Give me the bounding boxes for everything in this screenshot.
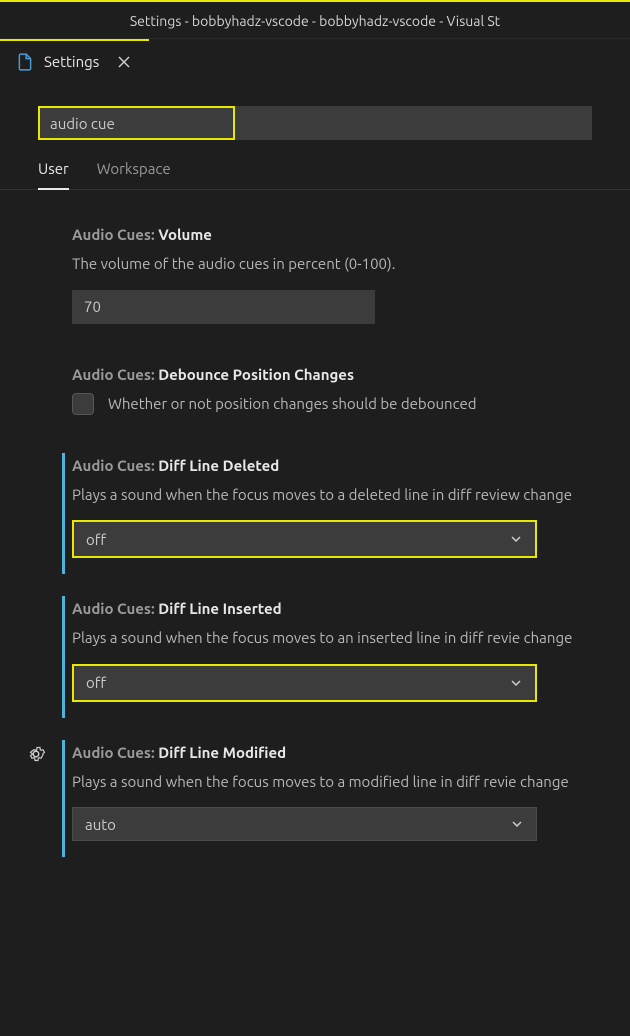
scope-tab-user[interactable]: User xyxy=(38,160,69,189)
select-value: auto xyxy=(85,816,116,833)
search-bar-extension xyxy=(235,106,592,140)
select-value: off xyxy=(86,674,106,691)
select-value: off xyxy=(86,531,106,548)
setting-title: Audio Cues: Diff Line Inserted xyxy=(72,600,630,617)
checkbox-label: Whether or not position changes should b… xyxy=(108,395,477,412)
scope-tabs: User Workspace xyxy=(0,160,630,190)
setting-title: Audio Cues: Volume xyxy=(72,226,630,243)
file-icon xyxy=(16,53,34,71)
tab-settings[interactable]: Settings xyxy=(0,39,149,82)
setting-title: Audio Cues: Diff Line Deleted xyxy=(72,457,630,474)
setting-diff-modified: Audio Cues: Diff Line Modified Plays a s… xyxy=(0,744,630,842)
modified-indicator xyxy=(62,453,65,575)
gear-icon[interactable] xyxy=(26,744,46,767)
scope-tab-workspace[interactable]: Workspace xyxy=(97,160,171,189)
setting-description: Plays a sound when the focus moves to an… xyxy=(72,627,630,650)
diff-inserted-select[interactable]: off xyxy=(72,664,537,702)
window-title: Settings - bobbyhadz-vscode - bobbyhadz-… xyxy=(130,13,500,29)
search-input[interactable] xyxy=(38,106,235,140)
volume-input[interactable] xyxy=(72,290,375,324)
settings-list: Audio Cues: Volume The volume of the aud… xyxy=(0,190,630,841)
diff-deleted-select[interactable]: off xyxy=(72,520,537,558)
title-bar: Settings - bobbyhadz-vscode - bobbyhadz-… xyxy=(0,0,630,38)
setting-debounce: Audio Cues: Debounce Position Changes Wh… xyxy=(0,366,630,415)
modified-indicator xyxy=(62,596,65,718)
setting-diff-inserted: Audio Cues: Diff Line Inserted Plays a s… xyxy=(0,600,630,702)
modified-indicator xyxy=(62,740,65,858)
tab-label: Settings xyxy=(44,53,99,70)
setting-description: Plays a sound when the focus moves to a … xyxy=(72,484,630,507)
setting-title: Audio Cues: Diff Line Modified xyxy=(72,744,630,761)
setting-volume: Audio Cues: Volume The volume of the aud… xyxy=(0,226,630,324)
setting-title: Audio Cues: Debounce Position Changes xyxy=(72,366,630,383)
settings-content: User Workspace Audio Cues: Volume The vo… xyxy=(0,82,630,841)
search-container xyxy=(0,106,630,160)
tab-bar: Settings xyxy=(0,38,630,82)
setting-description: Plays a sound when the focus moves to a … xyxy=(72,771,630,794)
chevron-down-icon xyxy=(509,532,523,546)
setting-diff-deleted: Audio Cues: Diff Line Deleted Plays a so… xyxy=(0,457,630,559)
checkbox-row: Whether or not position changes should b… xyxy=(72,393,630,415)
chevron-down-icon xyxy=(510,817,524,831)
setting-description: The volume of the audio cues in percent … xyxy=(72,253,630,276)
debounce-checkbox[interactable] xyxy=(72,393,94,415)
close-icon[interactable] xyxy=(115,53,133,71)
chevron-down-icon xyxy=(509,676,523,690)
diff-modified-select[interactable]: auto xyxy=(72,807,537,841)
